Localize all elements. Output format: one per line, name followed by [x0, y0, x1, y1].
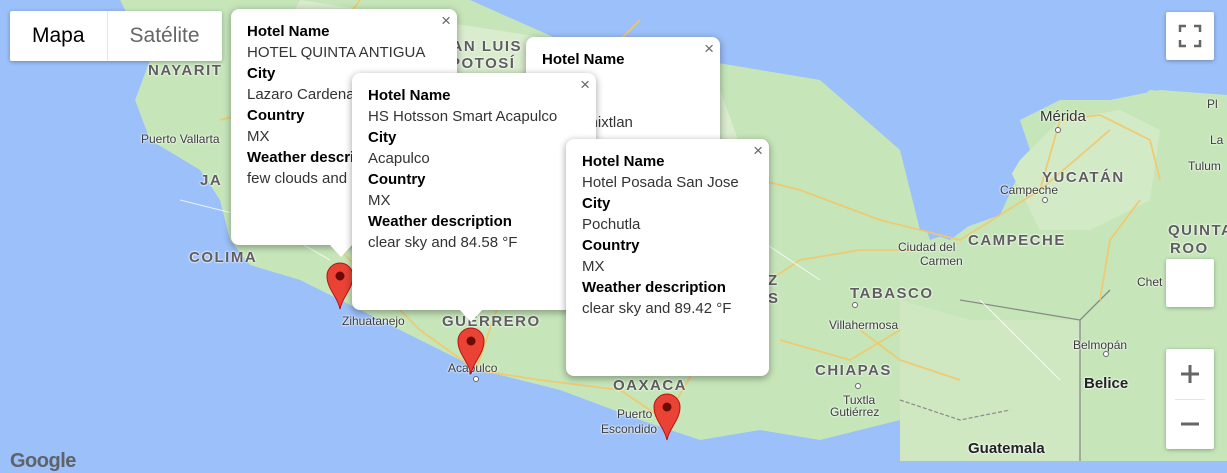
- city-dot-belmopan: [1103, 351, 1109, 357]
- region-label-nayarit: NAYARIT: [148, 62, 223, 79]
- hotel-name-value: Hotel Posada San Jose: [582, 174, 739, 191]
- city-label: City: [368, 129, 397, 146]
- region-label-chiapas: CHIAPAS: [815, 362, 892, 379]
- region-label-fragment-s: S: [768, 290, 780, 307]
- map-marker-acapulco[interactable]: [456, 326, 486, 376]
- info-window-acapulco: × Hotel Name HS Hotsson Smart Acapulco C…: [352, 73, 596, 322]
- hotel-name-label: Hotel Name: [542, 51, 625, 68]
- google-logo: Google: [10, 450, 76, 472]
- city-value: Acapulco: [368, 150, 430, 167]
- map-type-map-button[interactable]: Mapa: [10, 11, 107, 61]
- region-label-colima: COLIMA: [189, 249, 258, 266]
- hotel-name-label: Hotel Name: [582, 153, 665, 170]
- city-label-ciudad-carmen-1: Ciudad del: [898, 240, 956, 254]
- fullscreen-icon: [1178, 24, 1202, 48]
- region-label-potosi: POTOSÍ: [450, 55, 516, 72]
- close-icon[interactable]: ×: [753, 141, 763, 161]
- country-label: Country: [582, 237, 640, 254]
- map-type-control: Mapa Satélite: [10, 11, 222, 61]
- info-window-tail: [459, 309, 483, 322]
- city-value: Pochutla: [582, 216, 641, 233]
- city-dot-tuxtla: [855, 383, 861, 389]
- city-dot-campeche: [1042, 197, 1048, 203]
- city-label-belmopan: Belmopán: [1073, 338, 1128, 352]
- map-type-satellite-button[interactable]: Satélite: [106, 11, 222, 61]
- city-dot-acapulco: [473, 376, 479, 382]
- city-label-ciudad-carmen-2: Carmen: [920, 254, 963, 268]
- city-label-villahermosa: Villahermosa: [829, 318, 899, 332]
- street-view-button[interactable]: [1166, 259, 1214, 307]
- minus-icon: [1181, 422, 1199, 426]
- city-label-fragment-la: La: [1210, 133, 1224, 147]
- plus-icon: [1181, 364, 1199, 383]
- hotel-name-value: HOTEL QUINTA ANTIGUA: [247, 44, 426, 61]
- region-label-tabasco: TABASCO: [850, 285, 934, 302]
- weather-value: clear sky and 84.58 °F: [368, 234, 518, 251]
- city-label-campeche: Campeche: [1000, 183, 1059, 197]
- country-value: MX: [582, 258, 605, 275]
- map-marker-lazaro-cardenas[interactable]: [325, 261, 355, 311]
- city-label-puerto-vallarta: Puerto Vallarta: [141, 132, 220, 146]
- region-label-campeche: CAMPECHE: [968, 232, 1066, 249]
- country-label-guatemala: Guatemala: [968, 440, 1045, 457]
- city-label-puerto-escondido-2: Escondido: [601, 422, 658, 436]
- country-value: MX: [368, 192, 391, 209]
- city-dot-merida: [1055, 127, 1061, 133]
- close-icon[interactable]: ×: [580, 75, 590, 95]
- zoom-in-button[interactable]: [1166, 349, 1214, 399]
- info-window-tail: [329, 244, 353, 257]
- close-icon[interactable]: ×: [704, 39, 714, 59]
- region-label-fragment-z: Z: [768, 272, 779, 289]
- city-label-chetumal: Chet: [1137, 275, 1163, 289]
- country-label: Country: [368, 171, 426, 188]
- hotel-name-label: Hotel Name: [368, 87, 451, 104]
- city-label-fragment-pl: Pl: [1207, 97, 1218, 111]
- zoom-control: [1166, 349, 1214, 449]
- fullscreen-button[interactable]: [1166, 12, 1214, 60]
- close-icon[interactable]: ×: [441, 11, 451, 31]
- weather-label: Weather description: [368, 213, 512, 230]
- city-dot-villahermosa: [852, 302, 858, 308]
- region-label-roo: ROO: [1170, 240, 1209, 257]
- weather-label: Weather description: [582, 279, 726, 296]
- city-label-merida: Mérida: [1040, 108, 1086, 125]
- city-label-tulum: Tulum: [1188, 159, 1221, 173]
- country-label-belize: Belice: [1084, 375, 1129, 392]
- region-label-jalisco: JA: [200, 172, 223, 189]
- hotel-name-value: HS Hotsson Smart Acapulco: [368, 108, 558, 125]
- city-label-tuxtla-2: Gutiérrez: [830, 405, 880, 419]
- map-marker-pochutla[interactable]: [652, 392, 682, 442]
- zoom-out-button[interactable]: [1166, 399, 1214, 449]
- info-window-pochutla: × Hotel Name Hotel Posada San Jose City …: [566, 139, 769, 376]
- city-label-puerto-escondido-1: Puerto: [617, 407, 653, 421]
- region-label-quintana: QUINTAN: [1168, 222, 1227, 239]
- city-label-zihuatanejo: Zihuatanejo: [342, 314, 405, 328]
- city-label: City: [582, 195, 611, 212]
- hotel-name-label: Hotel Name: [247, 23, 330, 40]
- weather-value: clear sky and 89.42 °F: [582, 300, 732, 317]
